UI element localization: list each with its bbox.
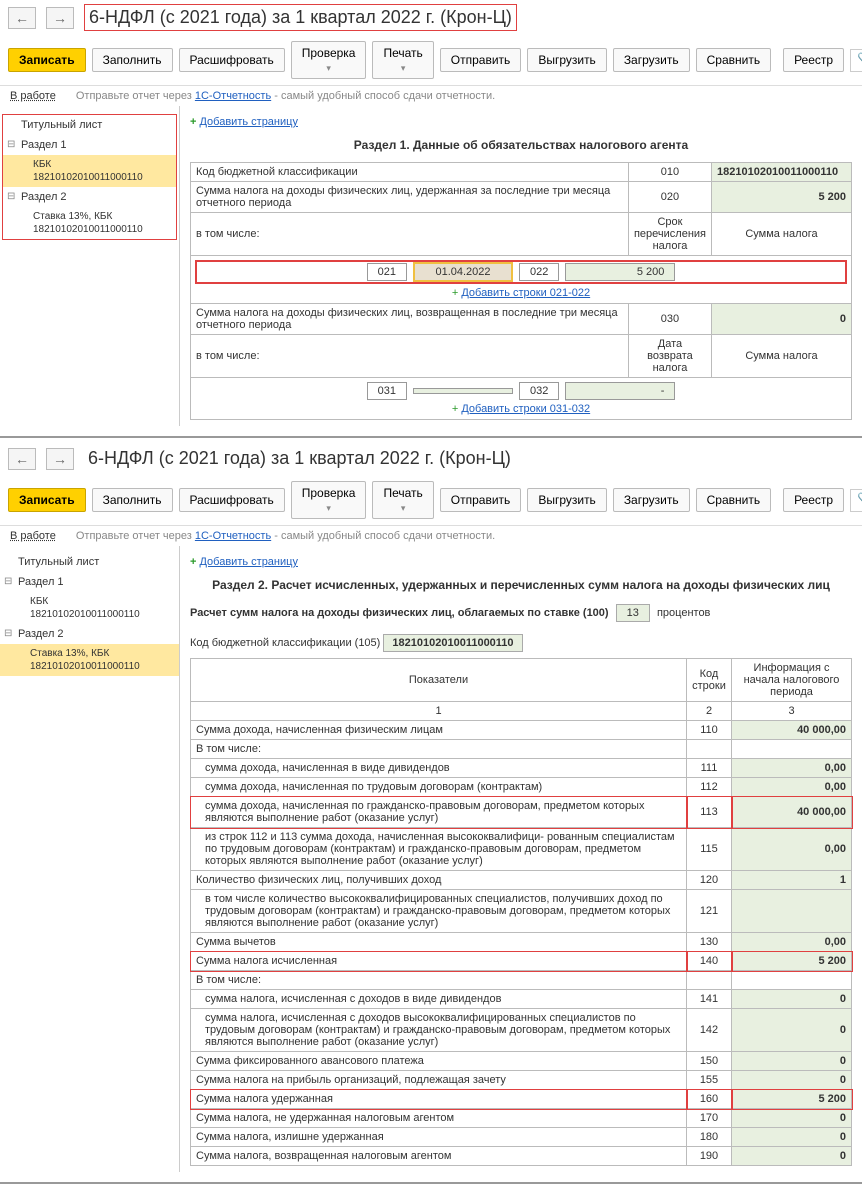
page-title: 6-НДФЛ (с 2021 года) за 1 квартал 2022 г… bbox=[84, 4, 517, 31]
attach-icon[interactable]: 📎 bbox=[850, 489, 862, 512]
value-cell[interactable]: 0,00 bbox=[732, 828, 852, 871]
check-button[interactable]: Проверка bbox=[291, 481, 367, 519]
load-button[interactable]: Загрузить bbox=[613, 488, 690, 512]
tax-withheld-value[interactable]: 5 200 bbox=[712, 182, 852, 213]
table-row: Количество физических лиц, получивших до… bbox=[191, 871, 852, 890]
back-button[interactable]: ← bbox=[8, 448, 36, 470]
table-row: Сумма дохода, начисленная физическим лиц… bbox=[191, 721, 852, 740]
value-cell[interactable]: 0 bbox=[732, 1071, 852, 1090]
page-title: 6-НДФЛ (с 2021 года) за 1 квартал 2022 г… bbox=[84, 446, 515, 471]
value-cell[interactable] bbox=[732, 890, 852, 933]
amount-032[interactable]: - bbox=[565, 382, 675, 400]
compare-button[interactable]: Сравнить bbox=[696, 48, 771, 72]
write-button[interactable]: Записать bbox=[8, 488, 86, 512]
kbk-value[interactable]: 18210102010011000110 bbox=[383, 634, 522, 652]
add-021-link[interactable]: Добавить строки 021-022 bbox=[461, 287, 590, 299]
table-row: Сумма налога на прибыль организаций, под… bbox=[191, 1071, 852, 1090]
table-row: Сумма налога, возвращенная налоговым аге… bbox=[191, 1147, 852, 1166]
value-cell[interactable]: 0 bbox=[732, 1009, 852, 1052]
registry-button[interactable]: Реестр bbox=[783, 48, 844, 72]
report-link[interactable]: 1С-Отчетность bbox=[195, 530, 271, 542]
rate-value[interactable]: 13 bbox=[616, 604, 650, 622]
date-021[interactable]: 01.04.2022 bbox=[413, 262, 513, 282]
table-row: Сумма налога исчисленная1405 200 bbox=[191, 952, 852, 971]
send-button[interactable]: Отправить bbox=[440, 488, 522, 512]
table-row: В том числе: bbox=[191, 740, 852, 759]
table-row: сумма налога, исчисленная с доходов в ви… bbox=[191, 990, 852, 1009]
sidebar-section2[interactable]: Раздел 2 bbox=[3, 187, 176, 207]
add-page-link[interactable]: Добавить страницу bbox=[199, 556, 297, 568]
section-title: Раздел 1. Данные об обязательствах налог… bbox=[190, 132, 852, 158]
table-row: сумма дохода, начисленная в виде дивиден… bbox=[191, 759, 852, 778]
sidebar-kbk[interactable]: КБК18210102010011000110 bbox=[3, 155, 176, 187]
value-cell[interactable]: 0 bbox=[732, 1052, 852, 1071]
value-cell[interactable]: 0,00 bbox=[732, 933, 852, 952]
status-label[interactable]: В работе bbox=[10, 530, 56, 542]
hint-text: Отправьте отчет через 1С-Отчетность - са… bbox=[76, 90, 495, 102]
section2-title: Раздел 2. Расчет исчисленных, удержанных… bbox=[190, 572, 852, 598]
unload-button[interactable]: Выгрузить bbox=[527, 488, 607, 512]
forward-button[interactable]: → bbox=[46, 448, 74, 470]
tax-returned-value[interactable]: 0 bbox=[712, 304, 852, 335]
compare-button[interactable]: Сравнить bbox=[696, 488, 771, 512]
value-cell[interactable]: 5 200 bbox=[732, 952, 852, 971]
add-031-link[interactable]: Добавить строки 031-032 bbox=[461, 403, 590, 415]
value-cell[interactable]: 1 bbox=[732, 871, 852, 890]
status-label[interactable]: В работе bbox=[10, 90, 56, 102]
report-link[interactable]: 1С-Отчетность bbox=[195, 90, 271, 102]
write-button[interactable]: Записать bbox=[8, 48, 86, 72]
sidebar-rate[interactable]: Ставка 13%, КБК18210102010011000110 bbox=[3, 207, 176, 239]
decode-button[interactable]: Расшифровать bbox=[179, 488, 285, 512]
sidebar-title-page[interactable]: Титульный лист bbox=[3, 115, 176, 135]
table-row: Сумма вычетов1300,00 bbox=[191, 933, 852, 952]
kbk-value[interactable]: 18210102010011000110 bbox=[712, 163, 852, 182]
load-button[interactable]: Загрузить bbox=[613, 48, 690, 72]
table-row: сумма дохода, начисленная по гражданско-… bbox=[191, 797, 852, 828]
print-button[interactable]: Печать bbox=[372, 481, 433, 519]
value-cell[interactable]: 0 bbox=[732, 990, 852, 1009]
table-row: В том числе: bbox=[191, 971, 852, 990]
value-cell[interactable]: 40 000,00 bbox=[732, 797, 852, 828]
back-button[interactable]: ← bbox=[8, 7, 36, 29]
attach-icon[interactable]: 📎 bbox=[850, 49, 862, 72]
unload-button[interactable]: Выгрузить bbox=[527, 48, 607, 72]
table-row: сумма дохода, начисленная по трудовым до… bbox=[191, 778, 852, 797]
date-031[interactable] bbox=[413, 388, 513, 394]
add-page-link[interactable]: Добавить страницу bbox=[199, 116, 297, 128]
sidebar-rate[interactable]: Ставка 13%, КБК18210102010011000110 bbox=[0, 644, 179, 676]
decode-button[interactable]: Расшифровать bbox=[179, 48, 285, 72]
value-cell[interactable]: 40 000,00 bbox=[732, 721, 852, 740]
value-cell[interactable]: 0,00 bbox=[732, 778, 852, 797]
section2-table: ПоказателиКод строкиИнформация с начала … bbox=[190, 658, 852, 1166]
table-row: Сумма налога, не удержанная налоговым аг… bbox=[191, 1109, 852, 1128]
registry-button[interactable]: Реестр bbox=[783, 488, 844, 512]
table-row: Сумма фиксированного авансового платежа1… bbox=[191, 1052, 852, 1071]
value-cell[interactable]: 0 bbox=[732, 1109, 852, 1128]
value-cell[interactable]: 0,00 bbox=[732, 759, 852, 778]
check-button[interactable]: Проверка bbox=[291, 41, 367, 79]
fill-button[interactable]: Заполнить bbox=[92, 48, 173, 72]
sidebar-title-page[interactable]: Титульный лист bbox=[0, 552, 179, 572]
sidebar-section1[interactable]: Раздел 1 bbox=[3, 135, 176, 155]
section1-table: Код бюджетной классификации0101821010201… bbox=[190, 162, 852, 420]
fill-button[interactable]: Заполнить bbox=[92, 488, 173, 512]
send-button[interactable]: Отправить bbox=[440, 48, 522, 72]
sidebar-section2[interactable]: Раздел 2 bbox=[0, 624, 179, 644]
forward-button[interactable]: → bbox=[46, 7, 74, 29]
value-cell[interactable] bbox=[732, 740, 852, 759]
value-cell[interactable]: 0 bbox=[732, 1128, 852, 1147]
value-cell[interactable]: 5 200 bbox=[732, 1090, 852, 1109]
table-row: из строк 112 и 113 сумма дохода, начисле… bbox=[191, 828, 852, 871]
table-row: в том числе количество высококвалифициро… bbox=[191, 890, 852, 933]
value-cell[interactable]: 0 bbox=[732, 1147, 852, 1166]
sidebar-kbk[interactable]: КБК18210102010011000110 bbox=[0, 592, 179, 624]
print-button[interactable]: Печать bbox=[372, 41, 433, 79]
sidebar-section1[interactable]: Раздел 1 bbox=[0, 572, 179, 592]
value-cell[interactable] bbox=[732, 971, 852, 990]
amount-022[interactable]: 5 200 bbox=[565, 263, 675, 281]
table-row: Сумма налога, излишне удержанная1800 bbox=[191, 1128, 852, 1147]
table-row: сумма налога, исчисленная с доходов высо… bbox=[191, 1009, 852, 1052]
table-row: Сумма налога удержанная1605 200 bbox=[191, 1090, 852, 1109]
